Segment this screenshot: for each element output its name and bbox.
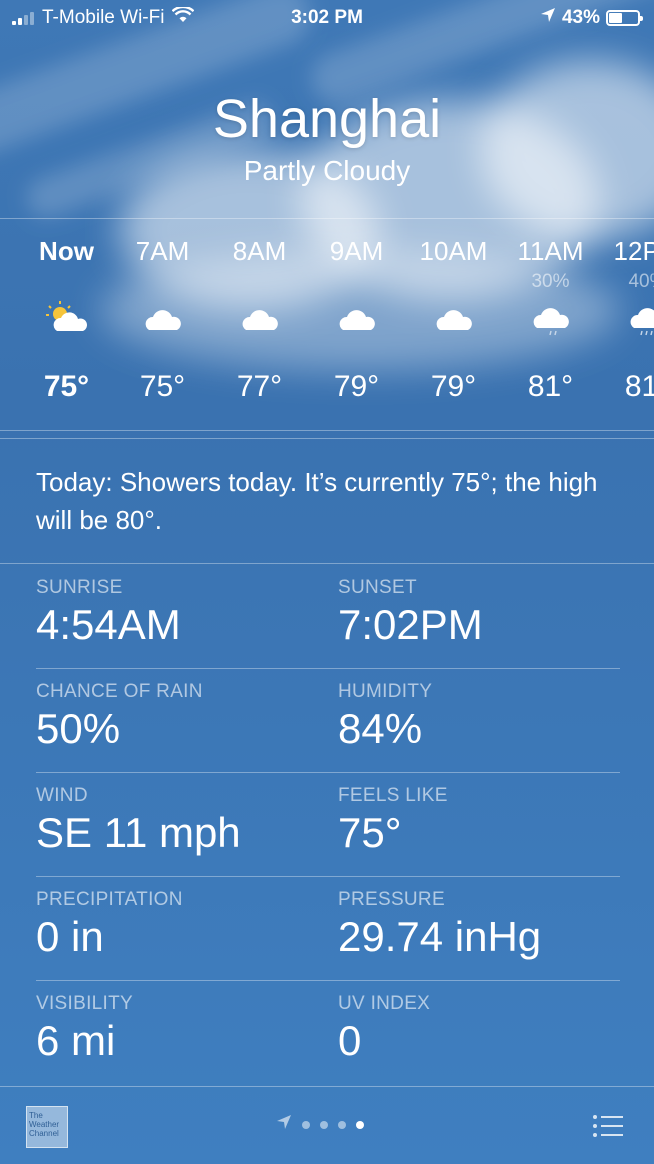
detail-label: WIND xyxy=(36,785,88,806)
hour-precip-chance: 30% xyxy=(531,271,570,292)
page-dot[interactable] xyxy=(302,1120,310,1129)
detail-value: 6 mi xyxy=(36,1017,116,1064)
detail-sunset: SUNSET 7:02PM xyxy=(338,577,483,649)
cloud-drizzle-icon xyxy=(502,300,599,336)
city-name: Shanghai xyxy=(212,89,442,149)
bottom-toolbar: The Weather Channel xyxy=(0,1086,654,1164)
location-arrow-icon xyxy=(540,7,556,29)
detail-label: PRESSURE xyxy=(338,889,445,910)
cloud-icon xyxy=(114,300,211,336)
detail-value: 0 in xyxy=(36,913,104,960)
page-dot[interactable] xyxy=(338,1120,346,1129)
page-dot[interactable] xyxy=(320,1120,328,1129)
cloud-icon xyxy=(308,300,405,336)
detail-value: SE 11 mph xyxy=(36,809,241,856)
hour-precip-chance: 40% xyxy=(628,271,654,292)
details-row: WIND SE 11 mph FEELS LIKE 75° xyxy=(36,773,620,877)
detail-humidity: HUMIDITY 84% xyxy=(338,681,432,753)
hour-temp: 81° xyxy=(624,370,654,403)
detail-chance-of-rain: CHANCE OF RAIN 50% xyxy=(36,681,203,753)
city-list-icon[interactable] xyxy=(592,1114,624,1143)
detail-pressure: PRESSURE 29.74 inHg xyxy=(338,889,541,961)
details-row: PRECIPITATION 0 in PRESSURE 29.74 inHg xyxy=(36,877,620,981)
detail-label: CHANCE OF RAIN xyxy=(36,681,203,702)
detail-value: 75° xyxy=(338,809,402,856)
detail-sunrise: SUNRISE 4:54AM xyxy=(36,577,181,649)
current-condition: Partly Cloudy xyxy=(243,155,411,186)
hour-time: 8AM xyxy=(232,236,287,266)
hour-temp: 75° xyxy=(43,370,90,403)
page-indicator[interactable] xyxy=(276,1114,364,1135)
detail-label: UV INDEX xyxy=(338,993,431,1014)
detail-visibility: VISIBILITY 6 mi xyxy=(36,993,133,1065)
hour-temp: 81° xyxy=(527,370,574,403)
details-row: SUNRISE 4:54AM SUNSET 7:02PM xyxy=(36,565,620,669)
hour-temp: 79° xyxy=(430,370,477,403)
detail-uv-index: UV INDEX 0 xyxy=(338,993,430,1065)
hour-time: 12PM xyxy=(613,236,654,266)
location-arrow-icon xyxy=(276,1114,292,1135)
details-row: CHANCE OF RAIN 50% HUMIDITY 84% xyxy=(36,669,620,773)
partly-sunny-icon xyxy=(18,300,115,336)
detail-value: 50% xyxy=(36,705,121,752)
detail-precipitation: PRECIPITATION 0 in xyxy=(36,889,183,961)
battery-icon xyxy=(606,10,643,26)
hour-time: 7AM xyxy=(135,236,190,266)
hour-temp: 75° xyxy=(139,370,186,403)
divider xyxy=(0,430,654,431)
detail-feels-like: FEELS LIKE 75° xyxy=(338,785,448,857)
detail-value: 84% xyxy=(338,705,423,752)
divider xyxy=(0,218,654,219)
hour-temp: 77° xyxy=(236,370,283,403)
hourly-forecast[interactable]: Now 75° 7AM 75° 8AM 77° 9AM 79° 10AM 79°… xyxy=(0,220,654,430)
cloud-rain-icon xyxy=(599,300,654,336)
page-dot-active[interactable] xyxy=(356,1120,364,1129)
detail-value: 29.74 inHg xyxy=(338,913,542,960)
detail-wind: WIND SE 11 mph xyxy=(36,785,241,857)
status-bar: T-Mobile Wi-Fi 3:02 PM 43% xyxy=(0,0,654,36)
details-row: VISIBILITY 6 mi UV INDEX 0 xyxy=(36,981,620,1085)
detail-value: 4:54AM xyxy=(36,601,181,648)
detail-label: SUNSET xyxy=(338,577,417,598)
weather-channel-logo[interactable]: The Weather Channel xyxy=(26,1106,68,1148)
detail-label: VISIBILITY xyxy=(36,993,133,1014)
hour-time: Now xyxy=(39,236,94,266)
detail-label: PRECIPITATION xyxy=(36,889,183,910)
detail-label: SUNRISE xyxy=(36,577,123,598)
hour-time: 9AM xyxy=(329,236,384,266)
daily-summary: Today: Showers today. It’s currently 75°… xyxy=(36,467,598,535)
hour-temp: 79° xyxy=(333,370,380,403)
cloud-icon xyxy=(211,300,308,336)
divider xyxy=(0,438,654,439)
hour-time: 11AM xyxy=(517,236,584,266)
weather-details: SUNRISE 4:54AM SUNSET 7:02PM CHANCE OF R… xyxy=(36,565,620,1085)
hour-time: 10AM xyxy=(419,236,488,266)
detail-value: 0 xyxy=(338,1017,362,1064)
detail-value: 7:02PM xyxy=(338,601,483,648)
cloud-icon xyxy=(405,300,502,336)
battery-percent: 43% xyxy=(561,7,600,28)
detail-label: HUMIDITY xyxy=(338,681,433,702)
divider xyxy=(0,563,654,564)
detail-label: FEELS LIKE xyxy=(338,785,448,806)
